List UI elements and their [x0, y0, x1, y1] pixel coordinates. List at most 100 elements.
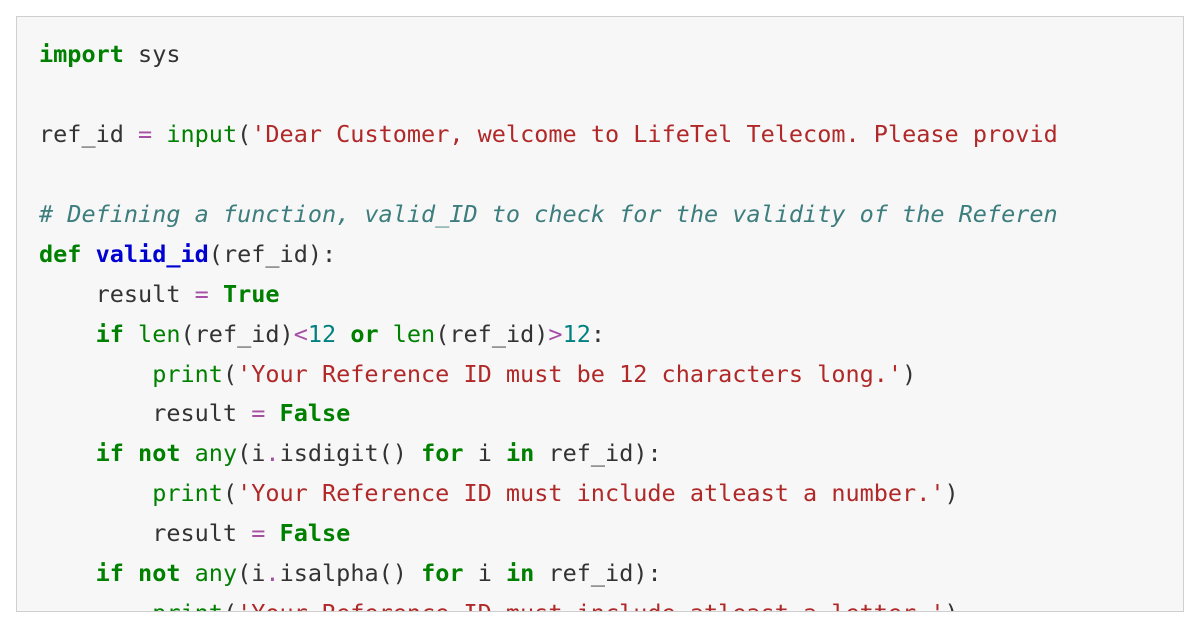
paren-open: ( — [435, 320, 449, 348]
colon: : — [648, 559, 662, 587]
keyword-in: in — [506, 439, 534, 467]
argument: ref_id — [195, 320, 280, 348]
variable: result — [96, 280, 181, 308]
argument: ref_id — [449, 320, 534, 348]
paren-open: ( — [237, 559, 251, 587]
paren-close: ) — [902, 360, 916, 388]
keyword-import: import — [39, 40, 124, 68]
space — [464, 559, 478, 587]
paren-open: ( — [237, 120, 251, 148]
string-literal: 'Your Reference ID must include atleast … — [237, 479, 944, 507]
space — [124, 439, 138, 467]
builtin-input: input — [166, 120, 237, 148]
bool-false: False — [280, 399, 351, 427]
keyword-or: or — [350, 320, 378, 348]
dot: . — [265, 439, 279, 467]
keyword-if: if — [96, 559, 124, 587]
space — [407, 439, 421, 467]
space — [237, 399, 251, 427]
space — [237, 519, 251, 547]
indent — [39, 320, 96, 348]
builtin-len: len — [138, 320, 180, 348]
space — [492, 439, 506, 467]
comment: # Defining a function, valid_ID to check… — [39, 200, 1058, 228]
indent — [39, 519, 152, 547]
variable: ref_id — [39, 120, 124, 148]
builtin-print: print — [152, 360, 223, 388]
code-block: import sys ref_id = input('Dear Customer… — [16, 16, 1184, 612]
paren-open: ( — [209, 240, 223, 268]
bool-false: False — [280, 519, 351, 547]
space — [124, 40, 138, 68]
paren-open: ( — [379, 559, 393, 587]
paren-close: ) — [393, 439, 407, 467]
colon: : — [648, 439, 662, 467]
paren-close: ) — [308, 240, 322, 268]
builtin-any: any — [195, 559, 237, 587]
keyword-if: if — [96, 320, 124, 348]
builtin-print: print — [152, 479, 223, 507]
paren-open: ( — [223, 360, 237, 388]
paren-open: ( — [223, 599, 237, 612]
keyword-not: not — [138, 559, 180, 587]
paren-close: ) — [534, 320, 548, 348]
space — [492, 559, 506, 587]
space — [181, 559, 195, 587]
builtin-print: print — [152, 599, 223, 612]
paren-close: ) — [945, 479, 959, 507]
indent — [39, 479, 152, 507]
space — [265, 519, 279, 547]
function-name: valid_id — [96, 240, 209, 268]
paren-close: ) — [945, 599, 959, 612]
module-name: sys — [138, 40, 180, 68]
bool-true: True — [223, 280, 280, 308]
number-literal: 12 — [563, 320, 591, 348]
paren-close: ) — [633, 439, 647, 467]
indent — [39, 439, 96, 467]
colon: : — [591, 320, 605, 348]
indent — [39, 360, 152, 388]
space — [407, 559, 421, 587]
variable: ref_id — [548, 559, 633, 587]
method-name: isdigit — [280, 439, 379, 467]
space — [336, 320, 350, 348]
paren-open: ( — [237, 439, 251, 467]
colon: : — [322, 240, 336, 268]
operator-eq: = — [251, 519, 265, 547]
paren-open: ( — [181, 320, 195, 348]
keyword-not: not — [138, 439, 180, 467]
space — [152, 120, 166, 148]
space — [180, 280, 194, 308]
code-content: import sys ref_id = input('Dear Customer… — [39, 35, 1161, 612]
operator-gt: > — [548, 320, 562, 348]
variable: i — [251, 559, 265, 587]
string-literal: 'Your Reference ID must be 12 characters… — [237, 360, 902, 388]
parameter: ref_id — [223, 240, 308, 268]
indent — [39, 599, 152, 612]
space — [534, 439, 548, 467]
paren-close: ) — [280, 320, 294, 348]
space — [379, 320, 393, 348]
keyword-def: def — [39, 240, 81, 268]
number-literal: 12 — [308, 320, 336, 348]
variable: i — [478, 559, 492, 587]
operator-eq: = — [138, 120, 152, 148]
operator-eq: = — [195, 280, 209, 308]
paren-open: ( — [379, 439, 393, 467]
variable: ref_id — [548, 439, 633, 467]
method-name: isalpha — [280, 559, 379, 587]
operator-lt: < — [294, 320, 308, 348]
paren-close: ) — [393, 559, 407, 587]
paren-open: ( — [223, 479, 237, 507]
space — [124, 320, 138, 348]
keyword-in: in — [506, 559, 534, 587]
indent — [39, 399, 152, 427]
builtin-len: len — [393, 320, 435, 348]
space — [209, 280, 223, 308]
variable: i — [478, 439, 492, 467]
variable: i — [251, 439, 265, 467]
builtin-any: any — [195, 439, 237, 467]
space — [124, 559, 138, 587]
operator-eq: = — [251, 399, 265, 427]
string-literal: 'Your Reference ID must include atleast … — [237, 599, 944, 612]
